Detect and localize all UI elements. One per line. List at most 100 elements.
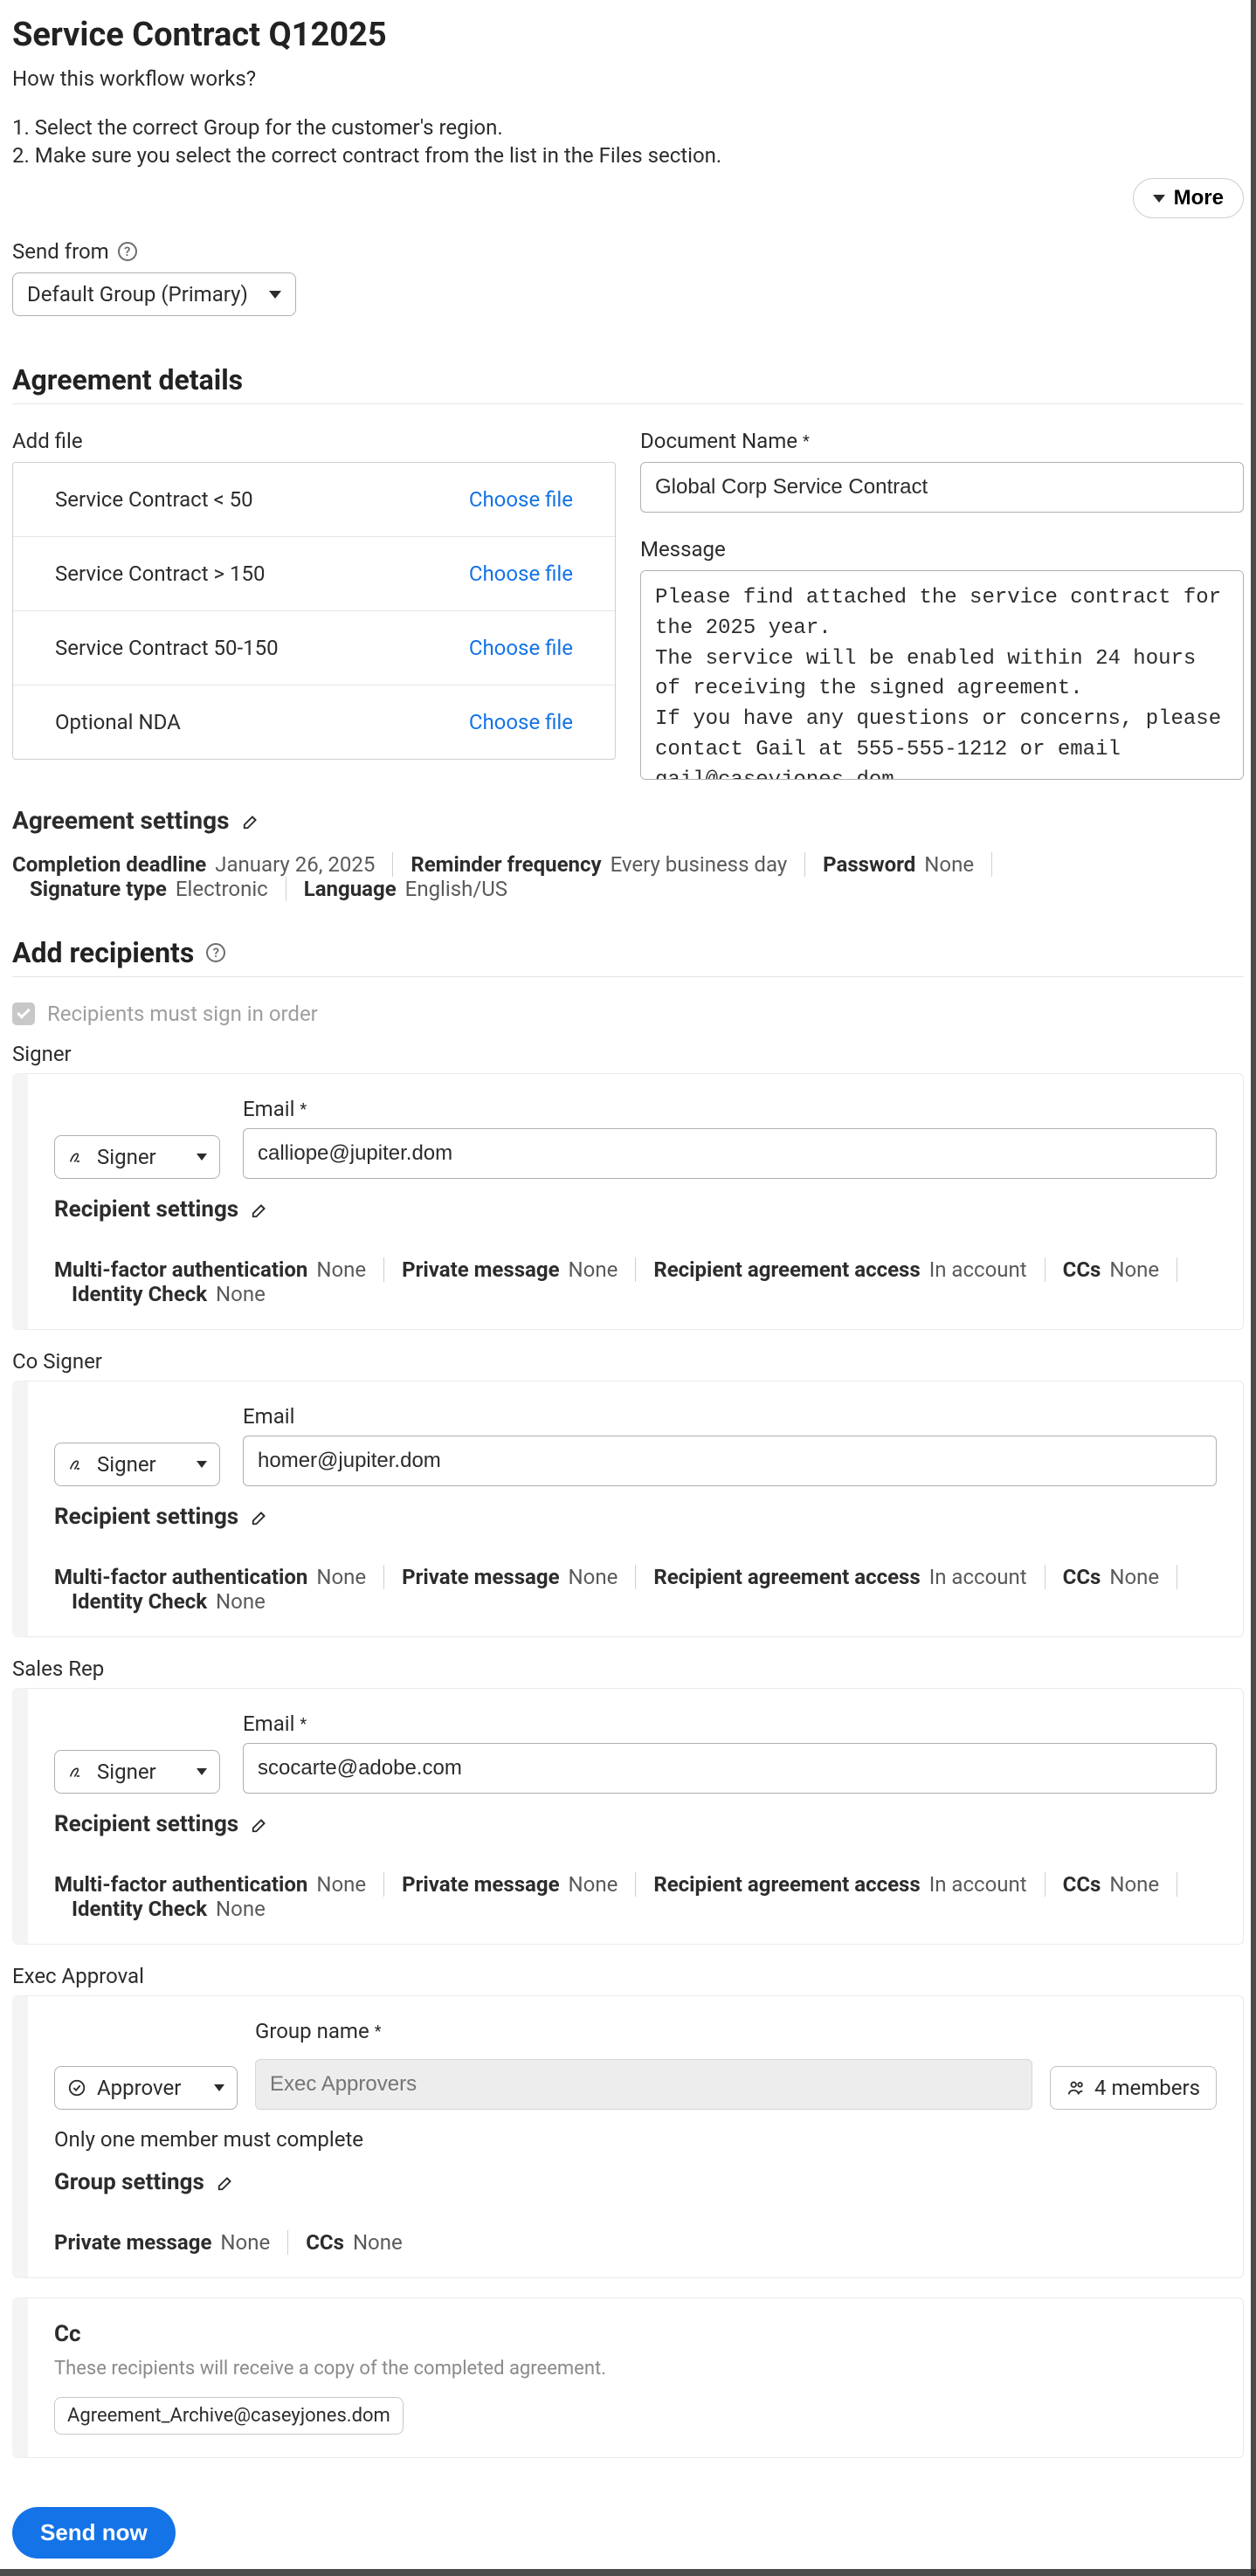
setting-val: January 26, 2025 [215,852,375,877]
setting-val: None [216,1282,266,1306]
setting-key: CCs [306,2230,344,2255]
setting-val: None [216,1897,266,1921]
section-divider [12,976,1244,977]
file-name: Optional NDA [55,710,181,734]
role-select[interactable]: Signer [54,1750,220,1794]
setting-val: English/US [405,877,507,901]
edit-icon[interactable] [242,811,261,830]
sign-in-order-label: Recipients must sign in order [47,1002,318,1026]
sign-in-order-checkbox[interactable] [12,1002,35,1025]
send-from-select[interactable]: Default Group (Primary) [12,272,296,316]
group-name-input[interactable] [255,2059,1032,2110]
setting-val: In account [929,1872,1027,1897]
setting-key: Recipient agreement access [653,1872,920,1897]
email-input[interactable] [243,1436,1217,1486]
role-value: Signer [97,1145,156,1169]
setting-val: None [220,2230,270,2255]
group-settings-values: Private messageNone CCsNone [54,2230,1217,2255]
file-name: Service Contract > 150 [55,561,266,586]
setting-val: None [353,2230,403,2255]
intro-item-2: 2. Make sure you select the correct cont… [12,143,1244,168]
email-label: Email [243,1404,294,1429]
file-table: Service Contract < 50 Choose file Servic… [12,462,616,760]
edit-icon[interactable] [251,1815,270,1834]
recipient-settings-heading: Recipient settings [54,1504,238,1530]
setting-key: CCs [1063,1257,1101,1282]
setting-key: Password [823,852,915,877]
chevron-down-icon [197,1768,207,1775]
members-label: 4 members [1094,2076,1200,2100]
members-button[interactable]: 4 members [1050,2066,1217,2110]
edit-icon[interactable] [251,1200,270,1219]
setting-key: Private message [402,1565,559,1589]
email-input[interactable] [243,1128,1217,1179]
check-icon [17,1005,31,1019]
role-select[interactable]: Approver [54,2066,238,2110]
recipient-settings-heading: Recipient settings [54,1196,238,1223]
setting-key: CCs [1063,1872,1101,1897]
recipient-card: Signer Email * Recipient settings Multi-… [12,1073,1244,1330]
choose-file-link[interactable]: Choose file [469,487,573,512]
recipient-label: Sales Rep [12,1656,1244,1681]
intro-item-1: 1. Select the correct Group for the cust… [12,115,1244,140]
message-textarea[interactable] [640,570,1244,780]
agreement-settings-heading: Agreement settings [12,806,230,835]
file-name: Service Contract 50-150 [55,636,279,660]
setting-key: Signature type [30,877,167,901]
choose-file-link[interactable]: Choose file [469,561,573,586]
role-value: Approver [97,2076,181,2100]
setting-val: None [569,1872,618,1897]
setting-key: CCs [1063,1565,1101,1589]
edit-icon[interactable] [217,2173,236,2192]
send-from-value: Default Group (Primary) [27,282,248,307]
email-input[interactable] [243,1743,1217,1794]
doc-name-input[interactable] [640,462,1244,513]
recipient-card: Signer Email Recipient settings Multi-fa… [12,1381,1244,1637]
role-select[interactable]: Signer [54,1443,220,1486]
add-recipients-heading: Add recipients [12,936,194,969]
recipient-settings-heading: Recipient settings [54,1811,238,1837]
role-select[interactable]: Signer [54,1135,220,1179]
page-title: Service Contract Q12025 [12,16,1244,54]
chevron-down-icon [214,2084,224,2091]
recipient-label: Co Signer [12,1349,1244,1374]
send-now-button[interactable]: Send now [12,2507,176,2559]
group-name-label: Group name [255,2019,369,2043]
chevron-down-icon [197,1154,207,1161]
email-label: Email [243,1097,294,1121]
exec-approval-note: Only one member must complete [54,2127,1217,2152]
setting-val: None [569,1565,618,1589]
help-icon[interactable]: ? [118,242,137,261]
choose-file-link[interactable]: Choose file [469,710,573,734]
recipient-settings-values: Multi-factor authenticationNone Private … [54,1565,1217,1614]
setting-key: Private message [402,1872,559,1897]
setting-key: Recipient agreement access [653,1565,920,1589]
setting-key: Multi-factor authentication [54,1872,307,1897]
file-row: Service Contract < 50 Choose file [13,463,615,537]
cc-chip[interactable]: Agreement_Archive@caseyjones.dom [54,2397,404,2435]
role-value: Signer [97,1760,156,1784]
setting-key: Completion deadline [12,852,206,877]
setting-val: In account [929,1257,1027,1282]
setting-val: In account [929,1565,1027,1589]
group-settings-heading: Group settings [54,2169,204,2195]
help-icon[interactable]: ? [206,943,225,962]
file-row: Optional NDA Choose file [13,685,615,759]
role-value: Signer [97,1452,156,1477]
more-button[interactable]: More [1133,178,1244,218]
signer-icon [67,1147,86,1167]
choose-file-link[interactable]: Choose file [469,636,573,660]
members-icon [1066,2078,1086,2097]
recipient-settings-values: Multi-factor authenticationNone Private … [54,1257,1217,1306]
file-name: Service Contract < 50 [55,487,253,512]
signer-icon [67,1455,86,1474]
add-file-label: Add file [12,429,616,453]
exec-approval-card: Approver Group name * 4 members Only one… [12,1995,1244,2278]
setting-val: None [316,1872,366,1897]
setting-val: None [1109,1872,1159,1897]
setting-val: Every business day [611,852,788,877]
intro-question: How this workflow works? [12,66,1244,91]
section-divider [12,403,1244,404]
recipient-card: Signer Email * Recipient settings Multi-… [12,1688,1244,1945]
edit-icon[interactable] [251,1507,270,1526]
